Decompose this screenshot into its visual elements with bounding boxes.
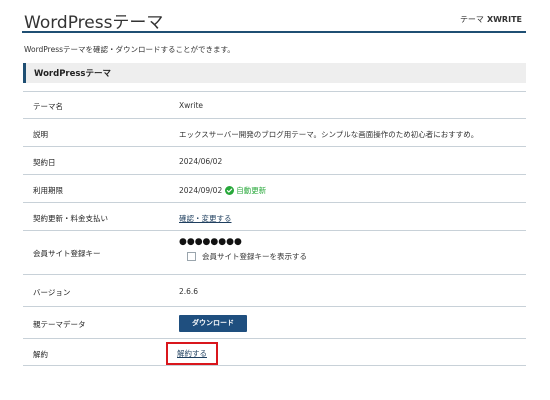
theme-prefix: テーマ <box>459 15 484 24</box>
auto-renew-badge: 自動更新 <box>225 185 266 196</box>
auto-renew-label: 自動更新 <box>236 186 267 195</box>
page-header: WordPressテーマ テーマ XWRITE <box>0 0 550 40</box>
row-member-key: 会員サイト登録キー ●●●●●●●● 会員サイト登録キーを表示する <box>23 230 526 274</box>
row-contract-date: 契約日 2024/06/02 <box>23 146 526 174</box>
theme-brand-label: テーマ XWRITE <box>460 14 522 25</box>
section-title: WordPressテーマ <box>34 69 111 79</box>
row-cancellation: 解約 解約する <box>23 338 526 366</box>
row-label: 説明 <box>33 130 48 139</box>
theme-info-table: テーマ名 Xwrite 説明 エックスサーバー開発のブログ用テーマ。シンプルな画… <box>23 91 526 366</box>
show-key-checkbox[interactable] <box>187 252 196 261</box>
expiry-date: 2024/09/02 <box>179 186 223 195</box>
cancel-link[interactable]: 解約する <box>177 349 207 358</box>
row-label: 親テーマデータ <box>33 320 86 329</box>
row-explanation: 説明 エックスサーバー開発のブログ用テーマ。シンプルな画面操作のため初心者におす… <box>23 118 526 146</box>
row-label: 契約日 <box>33 158 56 167</box>
cancellation-value: 解約する <box>166 342 218 365</box>
check-circle-icon <box>225 186 235 195</box>
section-header: WordPressテーマ <box>23 63 526 83</box>
theme-name-value: Xwrite <box>179 101 203 110</box>
explanation-value: エックスサーバー開発のブログ用テーマ。シンプルな画面操作のため初心者におすすめ。 <box>179 130 479 139</box>
row-label: 利用期限 <box>33 186 63 195</box>
parent-theme-value: ダウンロード <box>179 315 247 332</box>
download-button[interactable]: ダウンロード <box>179 315 247 332</box>
contract-date-value: 2024/06/02 <box>179 157 223 166</box>
row-parent-theme: 親テーマデータ ダウンロード <box>23 306 526 338</box>
show-key-label: 会員サイト登録キーを表示する <box>202 252 307 261</box>
show-key-toggle[interactable]: 会員サイト登録キーを表示する <box>187 251 307 262</box>
row-label: バージョン <box>33 288 71 297</box>
header-divider <box>22 31 526 33</box>
row-expiry: 利用期限 2024/09/02 自動更新 <box>23 174 526 202</box>
page-description: WordPressテーマを確認・ダウンロードすることができます。 <box>24 45 235 54</box>
cancel-highlight-box: 解約する <box>166 342 218 365</box>
row-renewal: 契約更新・料金支払い 確認・変更する <box>23 202 526 230</box>
page-title: WordPressテーマ <box>24 13 164 33</box>
renewal-link[interactable]: 確認・変更する <box>179 214 232 223</box>
expiry-value: 2024/09/02 自動更新 <box>179 185 266 196</box>
theme-brand: XWRITE <box>486 15 522 24</box>
row-theme-name: テーマ名 Xwrite <box>23 91 526 118</box>
row-version: バージョン 2.6.6 <box>23 274 526 306</box>
row-label: 契約更新・料金支払い <box>33 214 108 223</box>
version-value: 2.6.6 <box>179 287 199 296</box>
member-key-value: ●●●●●●●● 会員サイト登録キーを表示する <box>179 237 307 262</box>
member-key-masked: ●●●●●●●● <box>179 237 242 247</box>
row-label: テーマ名 <box>33 102 63 111</box>
renewal-value: 確認・変更する <box>179 213 232 224</box>
row-label: 会員サイト登録キー <box>33 249 101 258</box>
row-label: 解約 <box>33 350 48 359</box>
